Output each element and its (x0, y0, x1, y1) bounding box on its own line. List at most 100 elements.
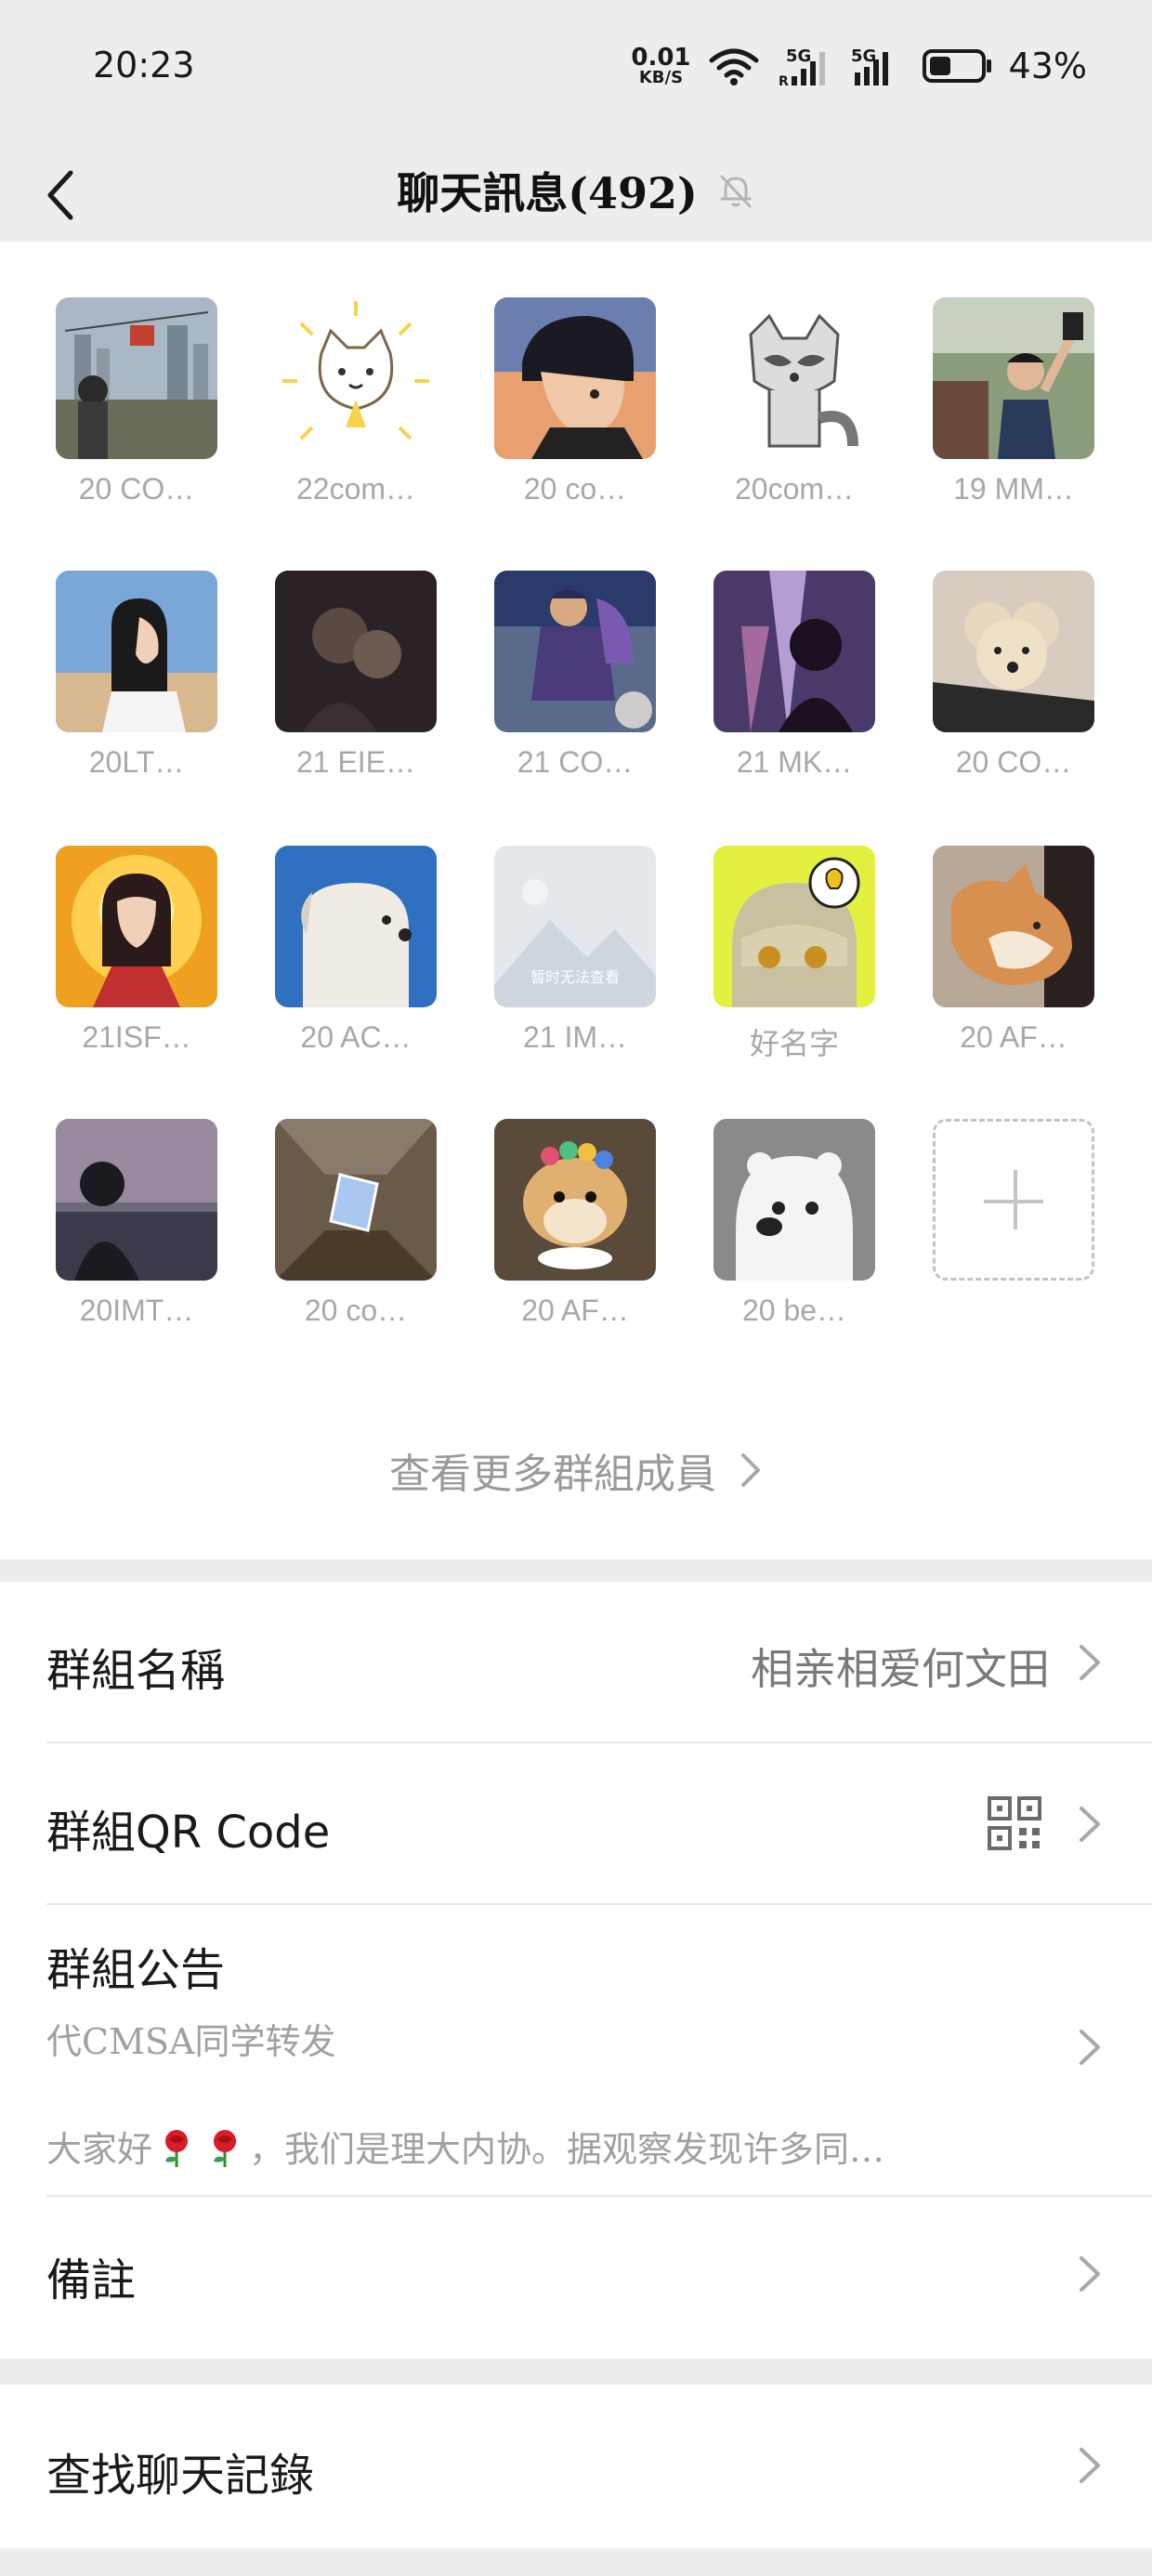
nav-bar: 聊天訊息(492) (0, 139, 1152, 242)
chevron-right-icon (1080, 1645, 1100, 1680)
search-chat-history-label: 查找聊天記錄 (46, 2450, 315, 2502)
member-name: 21 MK… (736, 745, 853, 779)
member-name: 21 EIE… (295, 745, 416, 779)
member-name: 22com… (295, 472, 416, 506)
member-item[interactable]: 20 be… (713, 1119, 875, 1328)
member-name: 20 be… (741, 1294, 847, 1327)
rose-emoji-icon (165, 2130, 189, 2167)
svg-text:R: R (779, 74, 789, 87)
remark-label: 備註 (46, 2254, 137, 2307)
member-avatar (713, 846, 875, 1007)
rose-emoji-icon (214, 2130, 237, 2167)
member-avatar (933, 846, 1094, 1007)
member-avatar (56, 571, 217, 732)
group-qr-row[interactable]: 群組QR Code (46, 1743, 1152, 1905)
member-name: 21ISF… (82, 1020, 191, 1054)
chevron-right-icon (1080, 2256, 1100, 2292)
announcement-preview-rest: ，我们是理大内协。据观察发现许多同… (249, 2129, 885, 2170)
network-speed-value: 0.01 (631, 44, 691, 72)
member-item[interactable]: 21 CO… (494, 571, 656, 780)
chevron-right-icon (1080, 2030, 1100, 2065)
member-item[interactable]: 20 AF… (494, 1119, 656, 1328)
member-item[interactable]: 21 EIE… (275, 571, 437, 780)
add-member-button[interactable] (933, 1119, 1094, 1281)
group-announcement-row[interactable]: 群組公告 代CMSA同学转发 大家好 ，我们是理大内协。据观察发现许多同… (46, 1905, 1152, 2197)
page-title: 聊天訊息(492) (397, 168, 698, 218)
signal-2-label: 5G (851, 46, 876, 66)
member-name: 20com… (734, 472, 855, 506)
chevron-right-icon (741, 1453, 760, 1487)
cellular-signal-icon-1: 5G R (779, 46, 825, 87)
member-avatar (713, 1119, 875, 1281)
member-name: 21 IM… (522, 1020, 628, 1054)
signal-1-label: 5G (786, 46, 811, 66)
remark-row[interactable]: 備註 (46, 2197, 1152, 2359)
member-item[interactable]: 暂时无法查看 21 IM… (494, 846, 656, 1055)
member-item[interactable]: 20 co… (275, 1119, 437, 1328)
settings-panel: 群組名稱 相亲相爱何文田 群組QR Code 群組公告 代CMSA同学转发 大家… (0, 1582, 1152, 2359)
member-item[interactable]: 20 AC… (275, 846, 437, 1055)
member-item[interactable]: 20LT… (56, 571, 217, 780)
member-name: 20LT… (88, 745, 185, 779)
member-avatar (275, 1119, 437, 1281)
group-qr-label: 群組QR Code (46, 1807, 331, 1859)
member-avatar: 暂时无法查看 (494, 846, 656, 1007)
member-name: 20 AC… (300, 1020, 412, 1054)
chevron-right-icon (1080, 1807, 1100, 1842)
member-name: 21 CO… (517, 745, 634, 779)
member-name: 好名字 (749, 1027, 839, 1060)
member-item[interactable]: 21ISF… (56, 846, 217, 1055)
member-avatar (494, 297, 656, 459)
member-item[interactable]: 20 AF… (933, 846, 1094, 1055)
search-history-panel: 查找聊天記錄 (0, 2385, 1152, 2548)
member-avatar (275, 846, 437, 1007)
announcement-author: 代CMSA同学转发 (46, 2021, 336, 2062)
member-avatar (56, 846, 217, 1007)
member-avatar (494, 1119, 656, 1281)
member-avatar (713, 571, 875, 732)
view-more-members-label: 查看更多群組成員 (389, 1451, 716, 1498)
network-speed-unit: KB/S (638, 68, 684, 87)
member-name: 20 co… (523, 472, 627, 506)
member-item[interactable]: 好名字 (713, 846, 875, 1063)
member-item[interactable]: 21 MK… (713, 571, 875, 780)
member-avatar (933, 571, 1094, 732)
search-chat-history-row[interactable]: 查找聊天記錄 (46, 2385, 1152, 2548)
member-item[interactable]: 20 co… (494, 297, 656, 506)
announcement-preview-start: 大家好 (46, 2129, 153, 2170)
member-name: 20 co… (304, 1294, 408, 1327)
announcement-preview: 大家好 ，我们是理大内协。据观察发现许多同… (46, 2121, 884, 2172)
avatar-placeholder-text: 暂时无法查看 (530, 968, 620, 986)
group-name-row[interactable]: 群組名稱 相亲相爱何文田 (46, 1582, 1152, 1743)
member-item[interactable]: 20 CO… (56, 297, 217, 506)
nav-title-wrap: 聊天訊息(492) (0, 139, 1152, 242)
member-item[interactable]: 20 CO… (933, 571, 1094, 780)
member-avatar (713, 297, 875, 459)
member-item[interactable]: 19 MM… (933, 297, 1094, 506)
member-avatar (56, 1119, 217, 1281)
member-name: 19 MM… (953, 472, 1074, 506)
member-avatar (275, 571, 437, 732)
member-avatar (494, 571, 656, 732)
member-avatar (933, 297, 1094, 459)
member-item[interactable]: 20com… (713, 297, 875, 506)
members-panel: 20 CO… 22com… 20 co… 20com… 19 MM… 20LT… 21 EI… (0, 242, 1152, 1559)
status-time: 20:23 (93, 45, 195, 85)
status-indicators: 0.01 KB/S 5G R 5G 43% (631, 43, 1087, 89)
battery-icon (922, 49, 991, 83)
cellular-signal-icon-2: 5G (851, 46, 888, 85)
battery-percent: 43% (1008, 46, 1087, 86)
member-item[interactable]: 20IMT… (56, 1119, 217, 1328)
member-avatar (275, 297, 437, 459)
member-name: 20IMT… (79, 1294, 194, 1327)
bell-off-icon (720, 175, 752, 208)
status-bar: 20:23 0.01 KB/S 5G R 5G 43% (0, 0, 1152, 139)
wifi-icon (709, 48, 759, 85)
member-avatar (56, 297, 217, 459)
member-name: 20 CO… (955, 745, 1072, 779)
chevron-right-icon (1080, 2448, 1100, 2483)
view-more-members-button[interactable]: 查看更多群組成員 (0, 1414, 1152, 1526)
member-name: 20 AF… (521, 1294, 629, 1327)
member-item[interactable]: 22com… (275, 297, 437, 506)
group-name-label: 群組名稱 (46, 1645, 226, 1697)
